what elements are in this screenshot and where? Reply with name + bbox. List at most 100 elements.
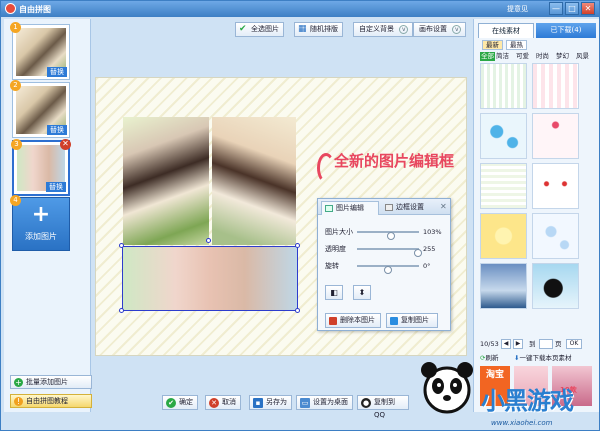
material-tile[interactable]: [532, 63, 579, 109]
add-image-button[interactable]: 4 + 添加图片: [10, 195, 70, 251]
flip-horizontal-icon[interactable]: ◧: [325, 285, 343, 300]
prev-page-icon[interactable]: ◀: [501, 339, 511, 349]
material-tile[interactable]: [532, 213, 579, 259]
maximize-button[interactable]: □: [565, 2, 579, 15]
category-all[interactable]: 全部: [480, 52, 495, 61]
delete-image-label: 删除本图片: [340, 316, 375, 324]
collage-photo-1[interactable]: [123, 117, 209, 245]
replace-button[interactable]: 替换: [46, 182, 66, 192]
delete-image-button[interactable]: 删除本图片: [325, 313, 381, 328]
panda-mascot-icon: [421, 362, 473, 414]
material-tile[interactable]: [480, 163, 527, 209]
thumbnail-3[interactable]: 3 替换 ✕: [11, 139, 71, 196]
goto-ok-button[interactable]: OK: [566, 339, 582, 349]
copy-to-qq-label: 复制到QQ: [374, 398, 395, 419]
dialog-tab-bar: 图片编辑 边框设置 ✕: [318, 199, 450, 215]
category-cute[interactable]: 可爱: [516, 52, 529, 61]
canvas-settings-label: 画布设置: [419, 25, 447, 33]
download-page-button[interactable]: ⬇一键下载本页素材: [514, 353, 571, 363]
category-scenery[interactable]: 风景: [576, 52, 589, 61]
material-tile[interactable]: [480, 113, 527, 159]
copy-to-qq-button[interactable]: ● 复制到QQ: [357, 395, 409, 419]
material-tile[interactable]: [480, 213, 527, 259]
material-tile[interactable]: [480, 263, 527, 309]
rotate-slider-track[interactable]: [357, 265, 419, 274]
category-simple[interactable]: 简洁: [496, 52, 509, 61]
cancel-button[interactable]: ✕ 取消: [205, 395, 241, 410]
window-title: 自由拼图: [19, 5, 51, 14]
size-slider-knob[interactable]: [387, 232, 396, 240]
tab-image-edit[interactable]: 图片编辑: [321, 201, 379, 215]
material-tile[interactable]: [532, 263, 579, 309]
tab-border-label: 边框设置: [396, 203, 424, 211]
page-input[interactable]: [539, 339, 553, 349]
resize-handle[interactable]: [295, 308, 300, 313]
material-tile[interactable]: [532, 163, 579, 209]
resize-handle[interactable]: [119, 308, 124, 313]
copy-image-label: 复制图片: [401, 316, 429, 324]
delete-thumbnail-icon[interactable]: ✕: [60, 139, 71, 150]
collage-photo-3-selected[interactable]: [122, 246, 298, 311]
chip-newest[interactable]: 最新: [482, 40, 503, 50]
rotate-slider-knob[interactable]: [384, 266, 392, 274]
app-logo-icon: [5, 3, 16, 14]
copy-icon: [390, 317, 398, 325]
close-button[interactable]: ✕: [581, 2, 595, 15]
tab-downloaded[interactable]: 已下载(4): [536, 23, 596, 38]
tutorial-button[interactable]: ! 自由拼图教程: [10, 394, 92, 408]
dialog-close-icon[interactable]: ✕: [440, 202, 447, 211]
size-slider-track[interactable]: [357, 231, 419, 240]
download-page-label: 一键下载本页素材: [519, 354, 572, 362]
category-fashion[interactable]: 时尚: [536, 52, 549, 61]
collage-photo-2[interactable]: [212, 117, 296, 245]
material-panel: 在线素材 已下载(4) 最新 最热 全部 简洁 可爱 时尚 梦幻 风景 10/5…: [473, 19, 599, 412]
brand-site-text: www.xiaohei.com: [491, 419, 553, 427]
page-unit-label: 页: [555, 340, 562, 348]
resize-handle[interactable]: [295, 243, 300, 248]
ok-button[interactable]: ✔ 确定: [162, 395, 198, 410]
batch-add-button[interactable]: + 批量添加图片: [10, 375, 92, 389]
replace-button[interactable]: 替换: [47, 67, 67, 77]
check-icon: ✔: [239, 24, 247, 34]
plus-circle-icon: +: [14, 378, 23, 387]
annotation-swirl-icon: [317, 153, 335, 183]
tutorial-label: 自由拼图教程: [26, 397, 68, 405]
select-all-button[interactable]: ✔ 全选图片: [235, 22, 284, 37]
rotate-slider-row: 旋转 0°: [325, 261, 447, 274]
custom-background-dropdown[interactable]: 自定义背景 v: [353, 22, 414, 37]
minimize-button[interactable]: —: [549, 2, 563, 15]
plus-icon: +: [31, 202, 51, 227]
flip-vertical-icon[interactable]: ⬍: [353, 285, 371, 300]
tab-online-materials[interactable]: 在线素材: [478, 23, 534, 38]
refresh-button[interactable]: ⟳刷新: [480, 353, 498, 363]
opacity-slider-knob[interactable]: [413, 249, 422, 257]
select-all-label: 全选图片: [251, 25, 279, 33]
rotate-value: 0°: [423, 262, 431, 270]
size-slider-row: 图片大小 103%: [325, 227, 447, 240]
next-page-icon[interactable]: ▶: [513, 339, 523, 349]
page-indicator: 10/53: [480, 340, 499, 348]
rotate-label: 旋转: [325, 262, 339, 270]
copy-image-button[interactable]: 复制图片: [386, 313, 438, 328]
resize-handle[interactable]: [119, 243, 124, 248]
material-tile[interactable]: [532, 113, 579, 159]
thumbnail-1[interactable]: 1 替换: [10, 22, 70, 80]
material-tile[interactable]: [480, 63, 527, 109]
opacity-label: 透明度: [325, 245, 346, 253]
opacity-slider-track[interactable]: [357, 248, 422, 257]
canvas-settings-dropdown[interactable]: 画布设置 v: [413, 22, 467, 37]
rotate-handle[interactable]: [206, 238, 211, 243]
chip-hottest[interactable]: 最热: [506, 40, 527, 50]
set-desktop-button[interactable]: ▭ 设置为桌面: [296, 395, 353, 410]
category-dreamy[interactable]: 梦幻: [556, 52, 569, 61]
tab-border-settings[interactable]: 边框设置: [382, 201, 436, 215]
opacity-value: 255: [423, 245, 436, 253]
replace-button[interactable]: 替换: [47, 125, 67, 135]
tab-image-edit-label: 图片编辑: [336, 204, 364, 212]
save-as-button[interactable]: ▪ 另存为: [249, 395, 292, 410]
custom-background-label: 自定义背景: [359, 25, 394, 33]
feedback-link[interactable]: 提意见: [507, 4, 528, 14]
thumbnail-2[interactable]: 2 替换: [10, 80, 70, 138]
thumbnail-number: 2: [10, 80, 21, 91]
random-layout-button[interactable]: ▦ 随机排版: [294, 22, 343, 37]
